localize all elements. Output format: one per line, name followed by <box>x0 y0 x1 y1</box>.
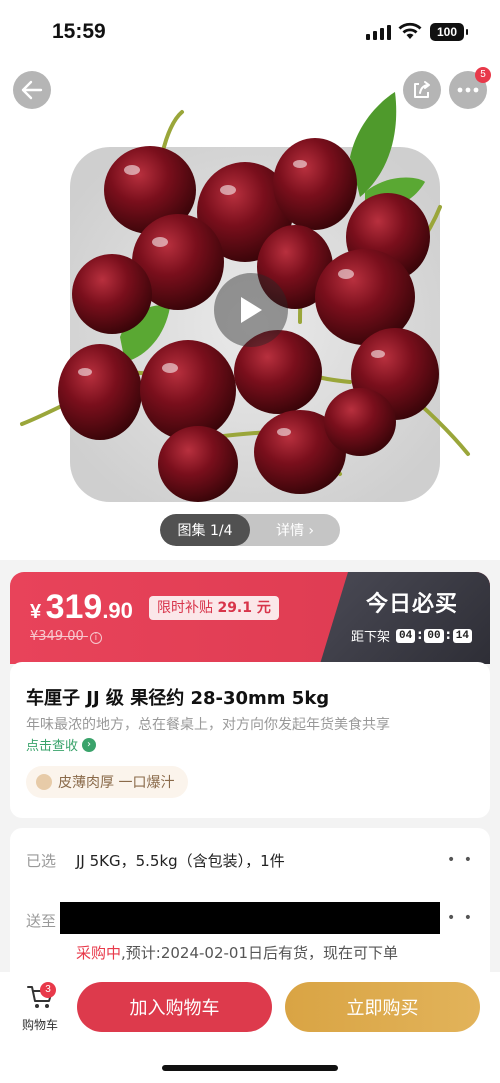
status-time: 15:59 <box>52 20 106 43</box>
ship-to-label: 送至 <box>26 912 57 930</box>
currency-symbol: ¥ <box>30 601 42 623</box>
back-button[interactable] <box>13 71 51 109</box>
more-badge: 5 <box>475 67 491 83</box>
countdown-label: 距下架 <box>350 630 390 645</box>
original-price-text: ¥349.00 <box>30 629 84 644</box>
feature-tag: 皮薄肉厚 一口爆汁 <box>26 766 189 798</box>
current-price: ¥ 319.90 <box>30 588 133 627</box>
play-video-button[interactable] <box>214 273 288 347</box>
feature-tag-label: 皮薄肉厚 一口爆汁 <box>58 775 175 791</box>
product-title: 车厘子 JJ 级 果径约 28-30mm 5kg <box>26 688 330 709</box>
subsidy-amount: 29.1 元 <box>217 600 271 616</box>
play-icon <box>241 297 262 323</box>
cart-label: 购物车 <box>21 1018 58 1032</box>
countdown-hours: 04 <box>395 628 416 643</box>
selected-more-icon[interactable]: • • <box>447 852 474 868</box>
today-deal-title: 今日必买 <box>365 592 458 617</box>
countdown-timer: 距下架 04 : 00 : 14 <box>351 626 472 645</box>
selection-card: 已选 JJ 5KG，5.5kg（含包装），1件 • • 送至 • • 采购中,预… <box>10 828 490 976</box>
price-banner: ¥ 319.90 限时补贴 29.1 元 ¥349.00 i 今日必买 距下架 … <box>10 572 490 664</box>
purchase-status: 采购中 <box>76 944 122 962</box>
more-dots-icon <box>457 87 479 93</box>
share-button[interactable] <box>403 71 441 109</box>
purchase-note: 采购中,预计:2024-02-01日后有货，现在可下单 <box>76 942 398 963</box>
smile-icon <box>36 774 52 790</box>
original-price: ¥349.00 i <box>30 629 102 644</box>
add-to-cart-button[interactable]: 加入购物车 <box>77 982 272 1032</box>
selected-spec[interactable]: JJ 5KG，5.5kg（含包装），1件 <box>76 850 285 871</box>
tab-gallery[interactable]: 图集 1/4 <box>160 514 250 546</box>
bottom-action-bar: 3 购物车 加入购物车 立即购买 <box>0 972 500 1083</box>
cart-button[interactable]: 3 购物车 <box>20 982 60 1033</box>
price-decimal: .90 <box>102 598 133 623</box>
status-bar: 15:59 100 <box>0 0 500 62</box>
product-description: 年味最浓的地方，总在餐桌上，对方向你发起年货美食共享 <box>26 717 390 733</box>
check-link[interactable]: 点击查收 › <box>26 735 97 754</box>
home-indicator[interactable] <box>162 1065 338 1071</box>
battery-icon: 100 <box>430 23 468 41</box>
countdown-minutes: 00 <box>424 628 444 643</box>
cellular-signal-icon <box>366 25 391 40</box>
arrow-left-icon <box>21 80 43 100</box>
chevron-right-icon: › <box>82 737 97 752</box>
ship-to-more-icon[interactable]: • • <box>447 910 474 926</box>
selected-label: 已选 <box>26 852 57 870</box>
cart-badge: 3 <box>40 982 56 998</box>
tab-details[interactable]: 详情 › <box>250 514 340 546</box>
purchase-eta: ,预计:2024-02-01日后有货，现在可下单 <box>121 944 399 962</box>
subsidy-label: 限时补贴 <box>157 600 213 616</box>
gallery-switcher: 图集 1/4 详情 › <box>160 514 340 546</box>
product-info-card: 车厘子 JJ 级 果径约 28-30mm 5kg 年味最浓的地方，总在餐桌上，对… <box>10 662 490 818</box>
info-icon[interactable]: i <box>89 632 102 644</box>
redacted-address[interactable] <box>60 902 440 934</box>
subsidy-badge: 限时补贴 29.1 元 <box>149 596 279 620</box>
countdown-seconds: 14 <box>452 628 472 643</box>
share-icon <box>414 81 430 98</box>
wifi-icon <box>398 22 422 39</box>
more-button[interactable]: 5 <box>449 67 491 109</box>
product-image-gallery[interactable]: 5 图集 1/4 详情 › <box>0 62 500 560</box>
check-link-label: 点击查收 <box>26 739 79 754</box>
buy-now-button[interactable]: 立即购买 <box>285 982 480 1032</box>
price-integer: 319 <box>45 588 103 626</box>
